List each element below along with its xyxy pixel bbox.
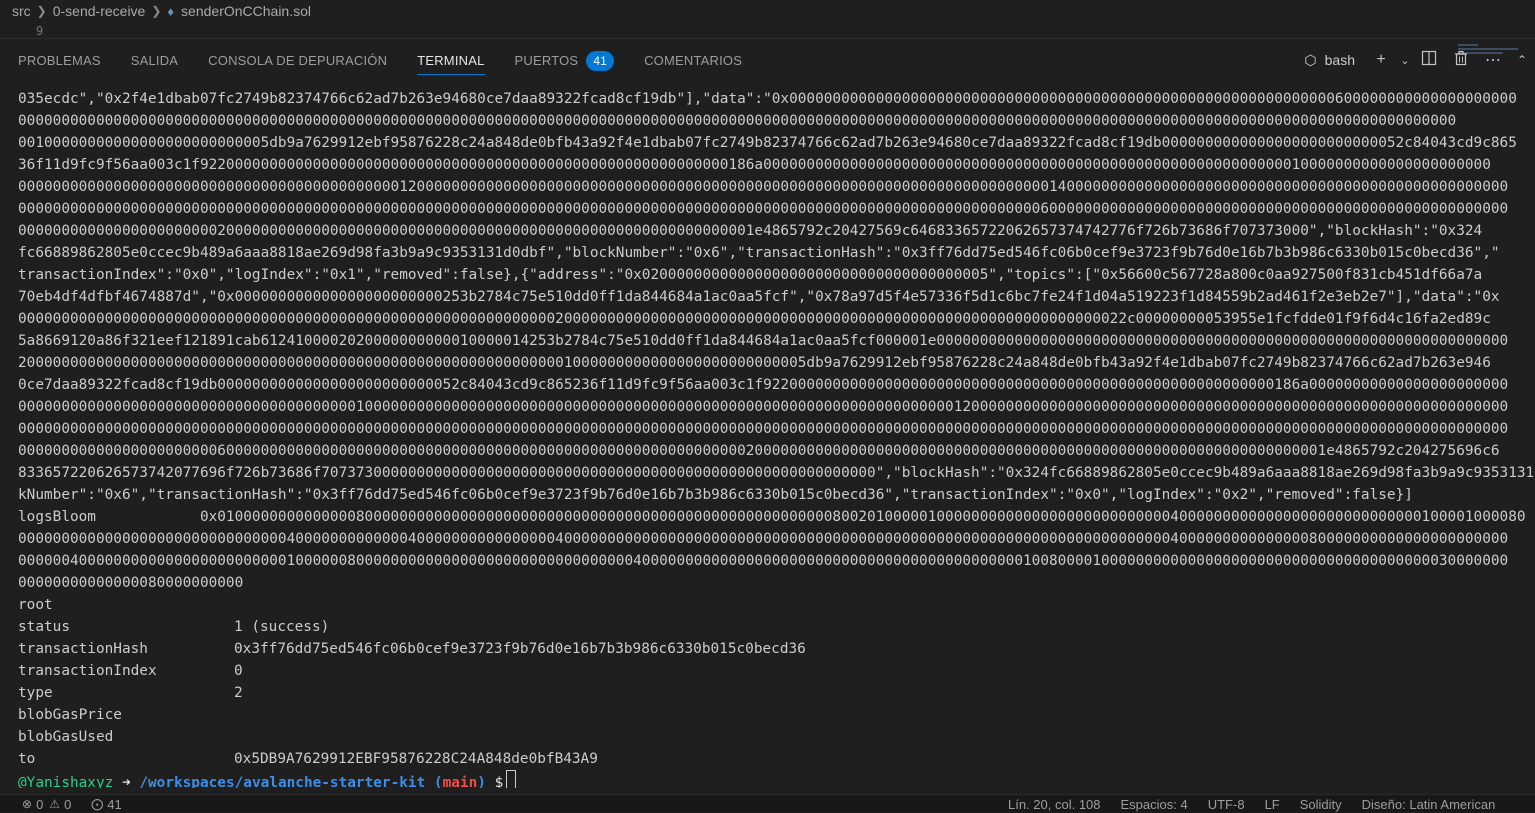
ethereum-icon: ♦ — [167, 3, 175, 19]
receipt-field-row: type 2 — [18, 682, 1535, 704]
receipt-field-row: transactionIndex 0 — [18, 660, 1535, 682]
terminal-line: 0000000000000000000000060000000000000000… — [18, 443, 1500, 459]
receipt-field-key: to — [18, 751, 36, 767]
terminal-line: fc66889862805e0ccec9b489a6aaa8818ae269d9… — [18, 245, 1500, 261]
warning-count[interactable]: 0 — [64, 797, 71, 812]
receipt-field-row: status 1 (success) — [18, 616, 1535, 638]
trash-icon[interactable] — [1445, 50, 1477, 71]
terminal-line: 0000000000000000000000000000000000000000… — [18, 201, 1509, 217]
more-icon[interactable]: ⋯ — [1477, 50, 1509, 70]
tab-comments[interactable]: COMENTARIOS — [644, 39, 742, 83]
terminal-line: 00100000000000000000000000005db9a7629912… — [18, 135, 1517, 151]
tab-problems-label: PROBLEMAS — [18, 53, 101, 68]
receipt-field-value: 0x3ff76dd75ed546fc06b0cef9e3723f9b76d0e1… — [234, 641, 806, 657]
receipt-field-key: transactionHash — [18, 641, 148, 657]
tab-problems[interactable]: PROBLEMAS — [18, 39, 101, 83]
terminal-line: 833657220626573742077696f726b73686f70737… — [18, 465, 1535, 481]
tab-ports[interactable]: PUERTOS 41 — [515, 39, 615, 83]
shell-prompt[interactable]: @Yanishaxyz ➜ /workspaces/avalanche-star… — [18, 770, 1535, 788]
ports-count-badge: 41 — [586, 50, 615, 71]
terminal-line: 0ce7daa89322fcad8cf19db00000000000000000… — [18, 377, 1509, 393]
tab-terminal[interactable]: TERMINAL — [417, 39, 485, 83]
receipt-field-key: status — [18, 619, 70, 635]
tab-terminal-label: TERMINAL — [417, 53, 485, 68]
receipt-field-key: blobGasUsed — [18, 729, 114, 745]
line-number: 9 — [36, 24, 44, 38]
terminal-line: 36f11d9fc9f56aa003c1f9220000000000000000… — [18, 157, 1491, 173]
shell-label: bash — [1324, 52, 1355, 68]
breadcrumb: src ❯ 0-send-receive ❯ ♦ senderOnCChain.… — [0, 0, 1535, 22]
prompt-branch: main — [442, 775, 478, 788]
prompt-git-open: ( — [433, 775, 443, 788]
receipt-field-value: 2 — [234, 685, 243, 701]
receipt-field-row: transactionHash 0x3ff76dd75ed546fc06b0cef… — [18, 638, 1535, 660]
error-icon: ⊗ — [22, 797, 33, 811]
breadcrumb-item-file[interactable]: senderOnCChain.sol — [181, 3, 311, 19]
terminal-cursor — [506, 770, 517, 788]
terminal-line: 035ecdc","0x2f4e1dbab07fc2749b82374766c6… — [18, 91, 1517, 107]
ports-count[interactable]: 41 — [107, 797, 121, 812]
editor-peek: 9 — [0, 22, 1535, 54]
indentation[interactable]: Espacios: 4 — [1121, 797, 1188, 812]
terminal-line: 0000000000000000000000000000000000000000… — [18, 179, 1509, 195]
terminal-line: 0000000000000000000000000000000400000000… — [18, 531, 1509, 547]
ports-icon: ⨀ — [91, 797, 104, 811]
terminal-line: 0000000000000000000000000000000000000000… — [18, 311, 1491, 327]
prompt-user: @Yanishaxyz — [18, 775, 114, 788]
terminal-line: 0000000000000000000000000000000000000000… — [18, 113, 1457, 129]
tab-ports-label: PUERTOS — [514, 53, 579, 68]
receipt-field-row: blobGasUsed — [18, 726, 1535, 748]
keyboard-layout[interactable]: Diseño: Latin American — [1362, 797, 1496, 812]
tab-debug-console[interactable]: CONSOLA DE DEPURACIÓN — [208, 39, 387, 83]
terminal-line: transactionIndex":"0x0","logIndex":"0x1"… — [18, 267, 1483, 283]
split-terminal-icon[interactable] — [1413, 50, 1445, 71]
receipt-field-key: type — [18, 685, 53, 701]
prompt-dollar: $ — [494, 775, 504, 788]
status-bar: ⊗ 0 ⚠ 0 ⨀ 41 Lín. 20, col. 108 Espacios:… — [0, 794, 1535, 812]
receipt-field-value: 1 (success) — [234, 619, 330, 635]
terminal-line: 00000000000000080000000000 — [18, 575, 244, 591]
terminal-line: 0000000000000000000000000000000000000001… — [18, 399, 1509, 415]
chevron-right-icon: ❯ — [151, 4, 162, 18]
chevron-right-icon: ❯ — [36, 4, 47, 18]
receipt-field-key: root — [18, 597, 53, 613]
panel-actions: ⬡ bash + ⌄ ⋯ ⌃ — [1304, 38, 1535, 82]
terminal-line: logsBloom 0x0100000000000000800000000000… — [18, 509, 1526, 525]
terminal-line: 0000004000000000000000000000000100000080… — [18, 553, 1509, 569]
receipt-field-row: root — [18, 594, 1535, 616]
terminal-line: 70eb4df4dfbf4674887d","0x000000000000000… — [18, 289, 1500, 305]
prompt-path: /workspaces/avalanche-starter-kit — [139, 775, 426, 788]
add-terminal-icon[interactable]: + — [1365, 51, 1397, 69]
warning-icon: ⚠ — [49, 797, 61, 811]
receipt-field-row: to 0x5DB9A7629912EBF95876228C24A848de0bfB… — [18, 748, 1535, 770]
tab-output-label: SALIDA — [130, 53, 179, 68]
tab-debug-console-label: CONSOLA DE DEPURACIÓN — [208, 53, 388, 68]
tab-comments-label: COMENTARIOS — [644, 53, 743, 68]
breadcrumb-item-folder[interactable]: 0-send-receive — [53, 3, 146, 19]
terminal-line: kNumber":"0x6","transactionHash":"0x3ff7… — [18, 487, 1413, 503]
terminal-line: 5a8669120a86f321eef121891cab612410000202… — [18, 333, 1509, 349]
error-count[interactable]: 0 — [36, 797, 43, 812]
end-of-line[interactable]: LF — [1265, 797, 1280, 812]
receipt-field-value: 0 — [234, 663, 243, 679]
terminal-line: 0000000000000000000000000000000000000000… — [18, 421, 1509, 437]
terminal-line: 0000000000000000000000020000000000000000… — [18, 223, 1483, 239]
chevron-up-icon[interactable]: ⌃ — [1509, 53, 1535, 67]
terminal-line: 2000000000000000000000000000000000000000… — [18, 355, 1491, 371]
receipt-field-key: transactionIndex — [18, 663, 157, 679]
encoding[interactable]: UTF-8 — [1208, 797, 1245, 812]
cursor-position[interactable]: Lín. 20, col. 108 — [1008, 797, 1101, 812]
language-mode[interactable]: Solidity — [1300, 797, 1342, 812]
terminal-icon: ⬡ — [1304, 51, 1317, 68]
receipt-field-value: 0x5DB9A7629912EBF95876228C24A848de0bfB43… — [234, 751, 598, 767]
breadcrumb-item-src[interactable]: src — [12, 3, 31, 19]
chevron-down-icon[interactable]: ⌄ — [1397, 54, 1413, 67]
tab-output[interactable]: SALIDA — [131, 39, 178, 83]
terminal-output[interactable]: 035ecdc","0x2f4e1dbab07fc2749b82374766c6… — [18, 88, 1535, 788]
receipt-field-key: blobGasPrice — [18, 707, 122, 723]
receipt-field-row: blobGasPrice — [18, 704, 1535, 726]
prompt-arrow-icon: ➜ — [121, 775, 131, 788]
terminal-shell-selector[interactable]: ⬡ bash — [1304, 52, 1355, 69]
prompt-git-close: ) — [477, 775, 486, 788]
